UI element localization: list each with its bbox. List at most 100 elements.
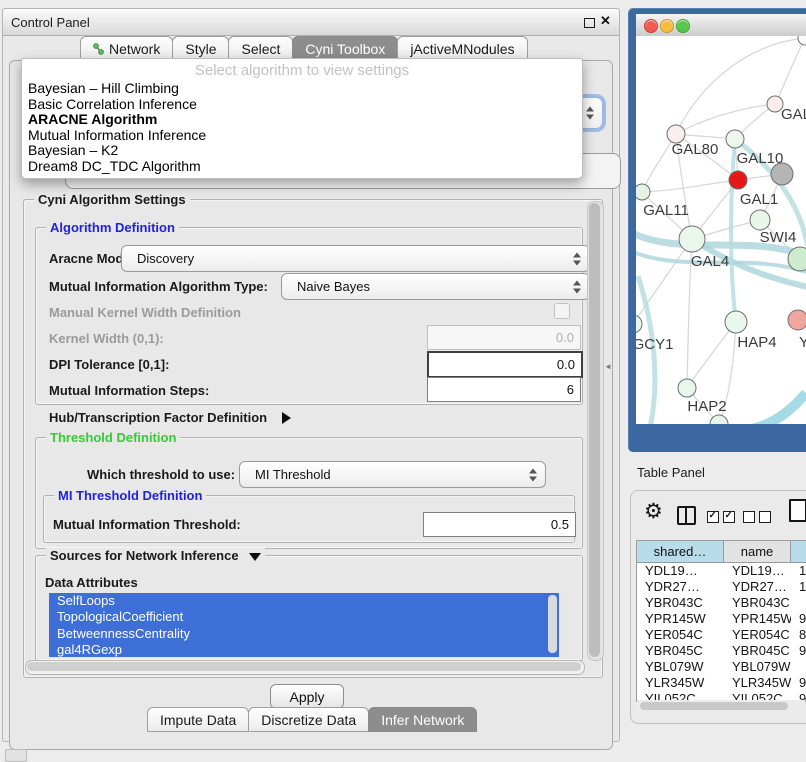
mi-threshold-label: Mutual Information Threshold: — [53, 517, 241, 532]
table-row[interactable]: YLR345WYLR345W9. — [637, 675, 806, 691]
panel-divider-grip[interactable]: ◄ — [604, 362, 612, 371]
network-window-titlebar[interactable] — [636, 14, 806, 37]
stepper-arrows-icon — [573, 280, 582, 293]
group-title: Threshold Definition — [46, 430, 180, 445]
window-resize-grip[interactable] — [5, 749, 27, 762]
table-column-header[interactable]: A — [791, 541, 806, 563]
network-node-label: GCY1 — [636, 336, 673, 353]
tab-discretize-data[interactable]: Discretize Data — [248, 707, 369, 732]
network-node[interactable] — [788, 310, 806, 330]
expand-right-icon[interactable] — [282, 412, 291, 424]
apply-button[interactable]: Apply — [270, 684, 344, 709]
network-node-label: HAP4 — [737, 334, 776, 351]
zoom-traffic-light-icon[interactable] — [676, 19, 690, 33]
checkbox-icon — [743, 511, 755, 523]
kernel-width-field[interactable]: 0.0 — [427, 325, 581, 350]
float-window-icon[interactable] — [584, 18, 595, 28]
network-edge[interactable] — [687, 322, 736, 388]
dpi-tolerance-field[interactable]: 0.0 — [427, 351, 583, 378]
table-panel-title: Table Panel — [637, 465, 705, 480]
manual-kernel-width-checkbox[interactable] — [554, 303, 570, 319]
table-cell: YDL19… — [637, 563, 724, 579]
network-node[interactable] — [679, 226, 705, 252]
network-node[interactable] — [726, 130, 744, 148]
table-horizontal-scrollbar-thumb[interactable] — [640, 702, 788, 710]
table-cell: YDL19… — [724, 563, 791, 579]
algorithm-option[interactable]: Mutual Information Inference — [22, 128, 582, 144]
table-row[interactable]: YBR045CYBR045C9. — [637, 643, 806, 659]
table-cell: YDR27… — [724, 579, 791, 595]
network-edge[interactable] — [752, 393, 806, 424]
data-attribute-item[interactable]: TopologicalCoefficient — [49, 609, 559, 625]
tab-impute-data[interactable]: Impute Data — [147, 707, 249, 732]
aracne-mode-combo[interactable]: Discovery — [121, 245, 590, 272]
algorithm-option[interactable]: Basic Correlation Inference — [22, 97, 582, 113]
tab-label: Cyni Toolbox — [305, 41, 385, 57]
network-node[interactable] — [771, 163, 793, 185]
network-node-label: Y — [799, 334, 806, 351]
control-panel-titlebar[interactable]: Control Panel ✕ — [3, 9, 619, 36]
table-cell: YLR345W — [724, 675, 791, 691]
table-row[interactable]: YBR043CYBR043C — [637, 595, 806, 611]
hub-definition-toggle[interactable]: Hub/Transcription Factor Definition — [49, 409, 291, 427]
tab-label: Impute Data — [160, 712, 236, 728]
attributes-scrollbar-thumb[interactable] — [548, 595, 557, 653]
data-attribute-item[interactable]: BetweennessCentrality — [49, 626, 559, 642]
data-attribute-item[interactable]: SelfLoops — [49, 593, 559, 609]
table-cell: 13 — [791, 563, 806, 579]
algorithm-option[interactable]: Dream8 DC_TDC Algorithm — [22, 159, 582, 175]
table-row[interactable]: YPR145WYPR145W9. — [637, 611, 806, 627]
checked-columns-icon[interactable] — [707, 510, 739, 528]
table-row[interactable]: YDR27…YDR27…12 — [637, 579, 806, 595]
algorithm-option[interactable]: Bayesian – Hill Climbing — [22, 81, 582, 97]
table-row[interactable]: YER054CYER054C8. — [637, 627, 806, 643]
minimize-traffic-light-icon[interactable] — [660, 19, 674, 33]
aracne-mode-value: Discovery — [137, 251, 194, 266]
network-edge[interactable] — [642, 180, 738, 192]
network-node[interactable] — [729, 171, 747, 189]
stepper-arrows-icon — [573, 252, 582, 265]
network-node[interactable] — [725, 311, 747, 333]
document-icon[interactable] — [789, 499, 806, 522]
table-column-header[interactable]: name — [724, 541, 791, 563]
gear-icon[interactable]: ⚙ — [644, 501, 663, 522]
mi-threshold-field[interactable]: 0.5 — [423, 512, 576, 537]
collapse-down-icon[interactable] — [249, 553, 261, 561]
algorithm-option[interactable]: Bayesian – K2 — [22, 143, 582, 159]
group-title: Cyni Algorithm Settings — [34, 192, 190, 207]
data-attribute-item[interactable]: gal4RGexp — [49, 642, 559, 657]
algorithm-option[interactable]: ARACNE Algorithm — [22, 112, 582, 128]
table-cell — [791, 659, 806, 675]
table-column-header[interactable]: shared… — [637, 541, 724, 563]
mi-algorithm-type-combo[interactable]: Naive Bayes — [281, 273, 590, 300]
network-node[interactable] — [798, 36, 806, 45]
network-edge[interactable] — [636, 239, 692, 324]
network-node[interactable] — [636, 315, 642, 333]
checkbox-checked-icon — [723, 511, 735, 523]
application-window: Control Panel ✕ Network Style Select Cyn… — [0, 0, 806, 762]
network-node-label: GAL — [781, 106, 806, 123]
table-cell: YPR145W — [637, 611, 724, 627]
split-columns-icon[interactable] — [677, 506, 696, 525]
mi-steps-field[interactable]: 6 — [427, 377, 581, 402]
settings-horizontal-scrollbar-thumb[interactable] — [27, 662, 581, 671]
close-icon[interactable]: ✕ — [600, 13, 611, 29]
control-panel-title: Control Panel — [11, 15, 90, 30]
close-traffic-light-icon[interactable] — [644, 19, 658, 33]
network-node[interactable] — [678, 379, 696, 397]
network-node[interactable] — [636, 184, 650, 200]
network-edge[interactable] — [775, 38, 805, 104]
network-node[interactable] — [750, 210, 770, 230]
unchecked-columns-icon[interactable] — [743, 510, 775, 528]
which-threshold-combo[interactable]: MI Threshold — [239, 461, 546, 488]
table-row[interactable]: YBL079WYBL079W — [637, 659, 806, 675]
tab-label: jActiveMNodules — [410, 41, 514, 57]
table-cell: YER054C — [724, 627, 791, 643]
network-edge[interactable] — [731, 139, 736, 322]
settings-vertical-scrollbar-thumb[interactable] — [589, 203, 600, 657]
table-cell: 9. — [791, 611, 806, 627]
tab-label: Style — [185, 41, 216, 57]
network-canvas[interactable]: GALGAL80GAL10GAL1GAL11SWI4GAL4GCY1HAP4YH… — [636, 36, 806, 424]
table-row[interactable]: YDL19…YDL19…13 — [637, 563, 806, 579]
tab-infer-network[interactable]: Infer Network — [368, 707, 477, 732]
